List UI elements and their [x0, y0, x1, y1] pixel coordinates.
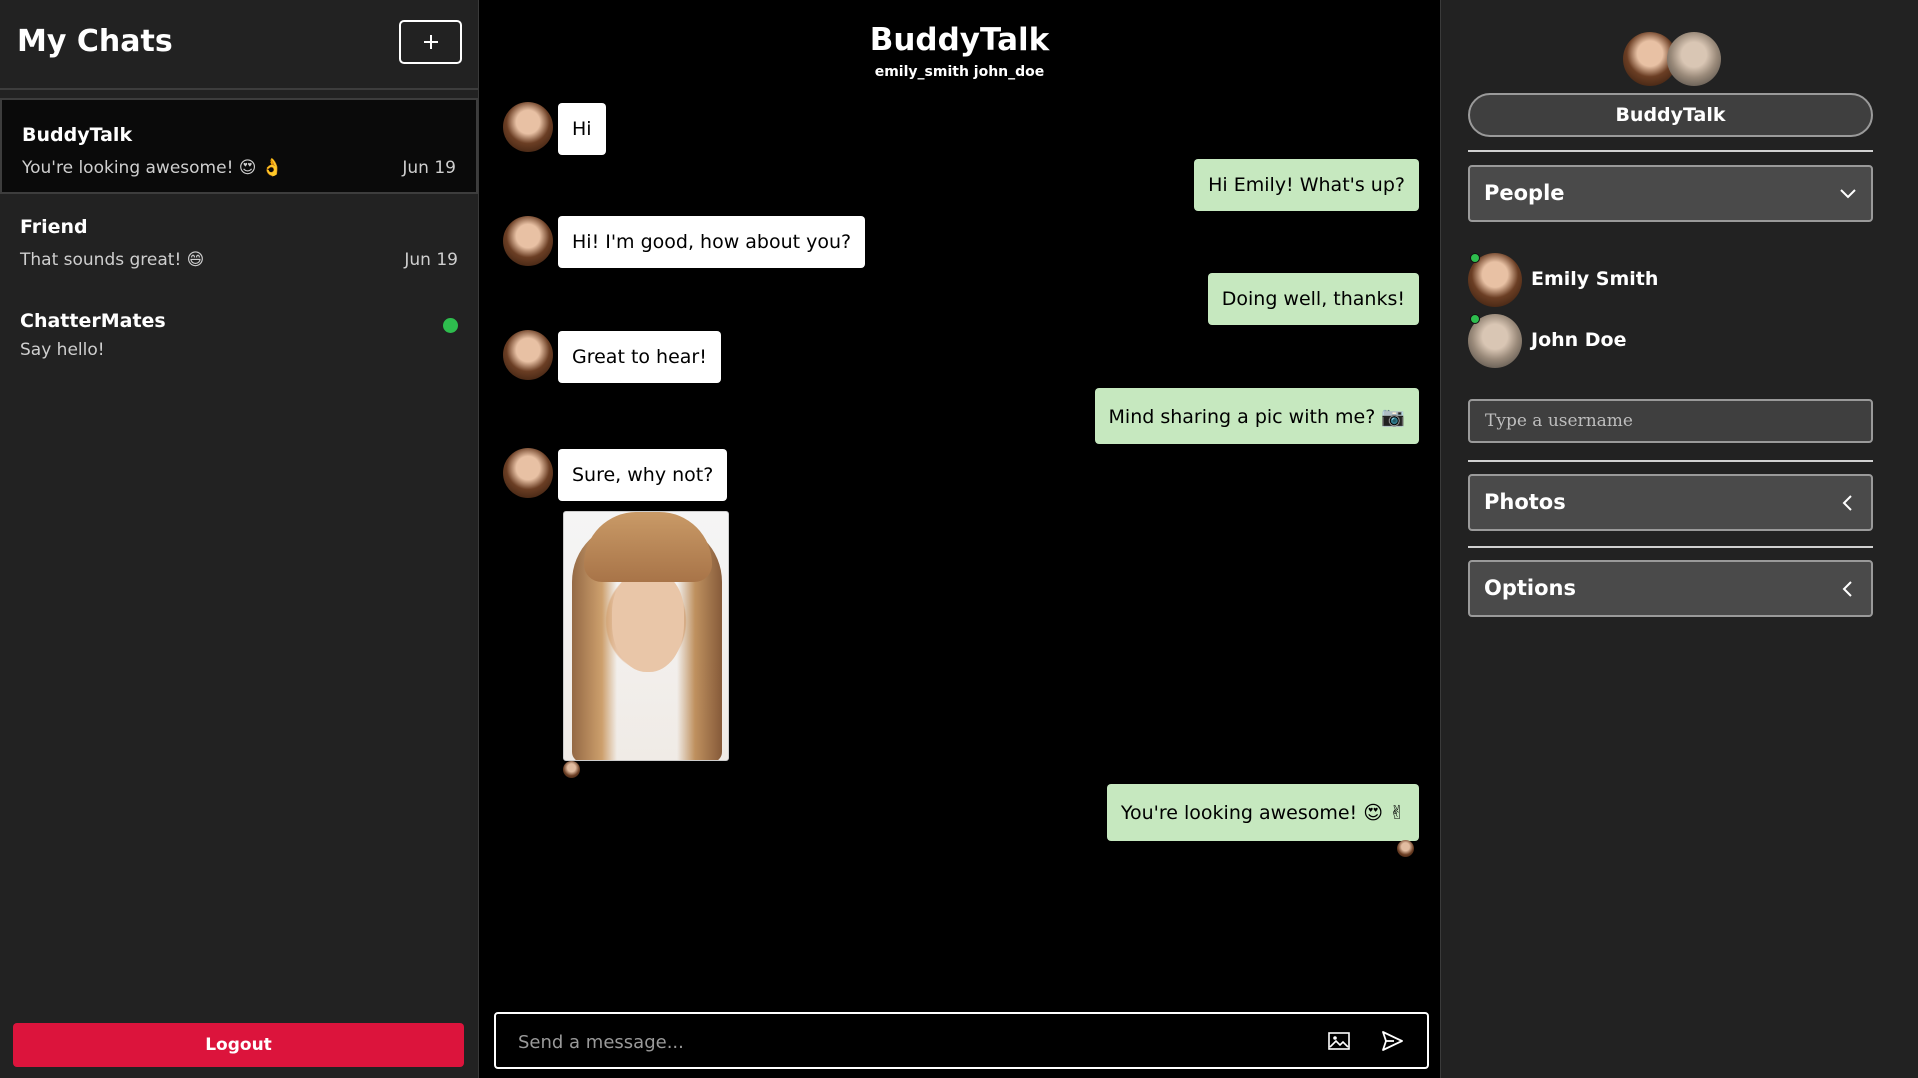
- conversation-participants: emily_smith john_doe: [874, 64, 1045, 80]
- message-outgoing: Doing well, thanks!: [1207, 273, 1419, 325]
- sidebar-title: My Chats: [17, 24, 173, 59]
- logout-button[interactable]: Logout: [13, 1023, 464, 1067]
- photos-section-toggle[interactable]: Photos: [1468, 474, 1873, 531]
- photo-face: [612, 572, 684, 672]
- section-label: Photos: [1484, 490, 1566, 514]
- shared-photo[interactable]: [563, 511, 729, 761]
- message-composer: [494, 1012, 1429, 1069]
- person-row[interactable]: John Doe: [1468, 314, 1768, 370]
- chat-date: Jun 19: [402, 158, 456, 178]
- message-outgoing: You're looking awesome! 😍 ✌: [1106, 784, 1419, 841]
- chat-details-panel: BuddyTalk People Emily Smith John Doe Ph…: [1440, 0, 1918, 1078]
- divider: [1468, 546, 1873, 548]
- message-input[interactable]: [516, 1026, 1300, 1058]
- unread-dot: [443, 318, 458, 333]
- chevron-left-icon: [1842, 581, 1852, 597]
- message-outgoing: Hi Emily! What's up?: [1194, 159, 1419, 211]
- chat-preview: That sounds great! 😄: [20, 250, 205, 270]
- chevron-down-icon: [1840, 189, 1856, 199]
- people-section-toggle[interactable]: People: [1468, 165, 1873, 222]
- person-name: John Doe: [1531, 329, 1627, 351]
- sidebar-header: My Chats: [0, 0, 478, 90]
- add-username-input[interactable]: [1468, 399, 1873, 443]
- avatar: [503, 448, 553, 498]
- chat-name: Friend: [20, 216, 88, 238]
- section-label: Options: [1484, 576, 1576, 600]
- avatar: [503, 330, 553, 380]
- chat-preview: You're looking awesome! 😍 👌: [22, 158, 284, 178]
- photo-hair-top: [584, 512, 712, 582]
- read-receipt-avatar: [563, 761, 580, 778]
- message-incoming: Sure, why not?: [558, 449, 728, 501]
- chevron-left-icon: [1842, 495, 1852, 511]
- chat-date: Jun 19: [404, 250, 458, 270]
- group-name-button[interactable]: BuddyTalk: [1468, 93, 1873, 137]
- divider: [1468, 150, 1873, 152]
- section-label: People: [1484, 181, 1565, 205]
- plus-icon: [423, 35, 438, 49]
- image-icon[interactable]: [1327, 1030, 1351, 1052]
- online-status-dot: [1470, 314, 1480, 324]
- person-row[interactable]: Emily Smith: [1468, 253, 1768, 309]
- avatar: [503, 102, 553, 152]
- divider: [1468, 460, 1873, 462]
- chat-item-chattermates[interactable]: ChatterMates Say hello!: [0, 288, 478, 384]
- chat-item-buddytalk[interactable]: BuddyTalk You're looking awesome! 😍 👌 Ju…: [0, 98, 478, 194]
- chat-name: BuddyTalk: [22, 124, 133, 146]
- options-section-toggle[interactable]: Options: [1468, 560, 1873, 617]
- chat-list-sidebar: My Chats BuddyTalk You're looking awesom…: [0, 0, 479, 1078]
- read-receipt-avatar: [1397, 840, 1414, 857]
- person-name: Emily Smith: [1531, 268, 1659, 290]
- chat-preview: Say hello!: [20, 340, 105, 360]
- chat-name: ChatterMates: [20, 310, 166, 332]
- conversation-title: BuddyTalk: [869, 22, 1050, 58]
- send-icon[interactable]: [1380, 1030, 1404, 1052]
- message-incoming: Great to hear!: [558, 331, 721, 383]
- message-incoming: Hi: [558, 103, 606, 155]
- avatar: [503, 216, 553, 266]
- group-avatar-john: [1667, 32, 1721, 86]
- online-status-dot: [1470, 253, 1480, 263]
- message-incoming: Hi! I'm good, how about you?: [558, 216, 866, 268]
- chat-item-friend[interactable]: Friend That sounds great! 😄 Jun 19: [0, 194, 478, 290]
- message-outgoing: Mind sharing a pic with me? 📷: [1094, 388, 1419, 444]
- new-chat-button[interactable]: [399, 20, 462, 64]
